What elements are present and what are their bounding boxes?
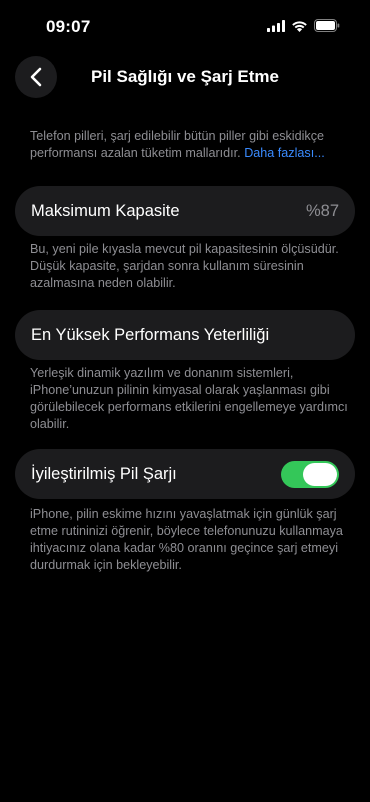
navigation-bar: Pil Sağlığı ve Şarj Etme: [0, 52, 370, 102]
max-capacity-label: Maksimum Kapasite: [31, 201, 180, 220]
optimized-charging-row: İyileştirilmiş Pil Şarjı: [15, 449, 355, 499]
status-icons: [267, 19, 340, 32]
cellular-signal-icon: [267, 19, 285, 32]
optimized-charging-toggle[interactable]: [281, 460, 339, 488]
page-title: Pil Sağlığı ve Şarj Etme: [90, 67, 280, 86]
optimized-charging-label: İyileştirilmiş Pil Şarjı: [31, 464, 177, 483]
intro-text: Telefon pilleri, şarj edilebilir bütün p…: [30, 128, 348, 162]
max-capacity-row: Maksimum Kapasite %87: [15, 186, 355, 236]
peak-performance-label: En Yüksek Performans Yeterliliği: [31, 325, 270, 344]
wifi-icon: [291, 20, 308, 32]
peak-performance-footnote: Yerleşik dinamik yazılım ve donanım sist…: [30, 366, 348, 431]
battery-icon: [314, 19, 340, 32]
max-capacity-footnote: Bu, yeni pile kıyasla mevcut pil kapasit…: [30, 242, 339, 290]
learn-more-link[interactable]: Daha fazlası...: [244, 146, 325, 160]
status-bar: 09:07: [0, 0, 370, 52]
toggle-knob: [303, 462, 337, 486]
peak-performance-row: En Yüksek Performans Yeterliliği: [15, 310, 355, 360]
optimized-charging-footnote: iPhone, pilin eskime hızını yavaşlatmak …: [30, 507, 343, 572]
status-time: 09:07: [46, 17, 91, 36]
max-capacity-value: %87: [305, 201, 339, 220]
